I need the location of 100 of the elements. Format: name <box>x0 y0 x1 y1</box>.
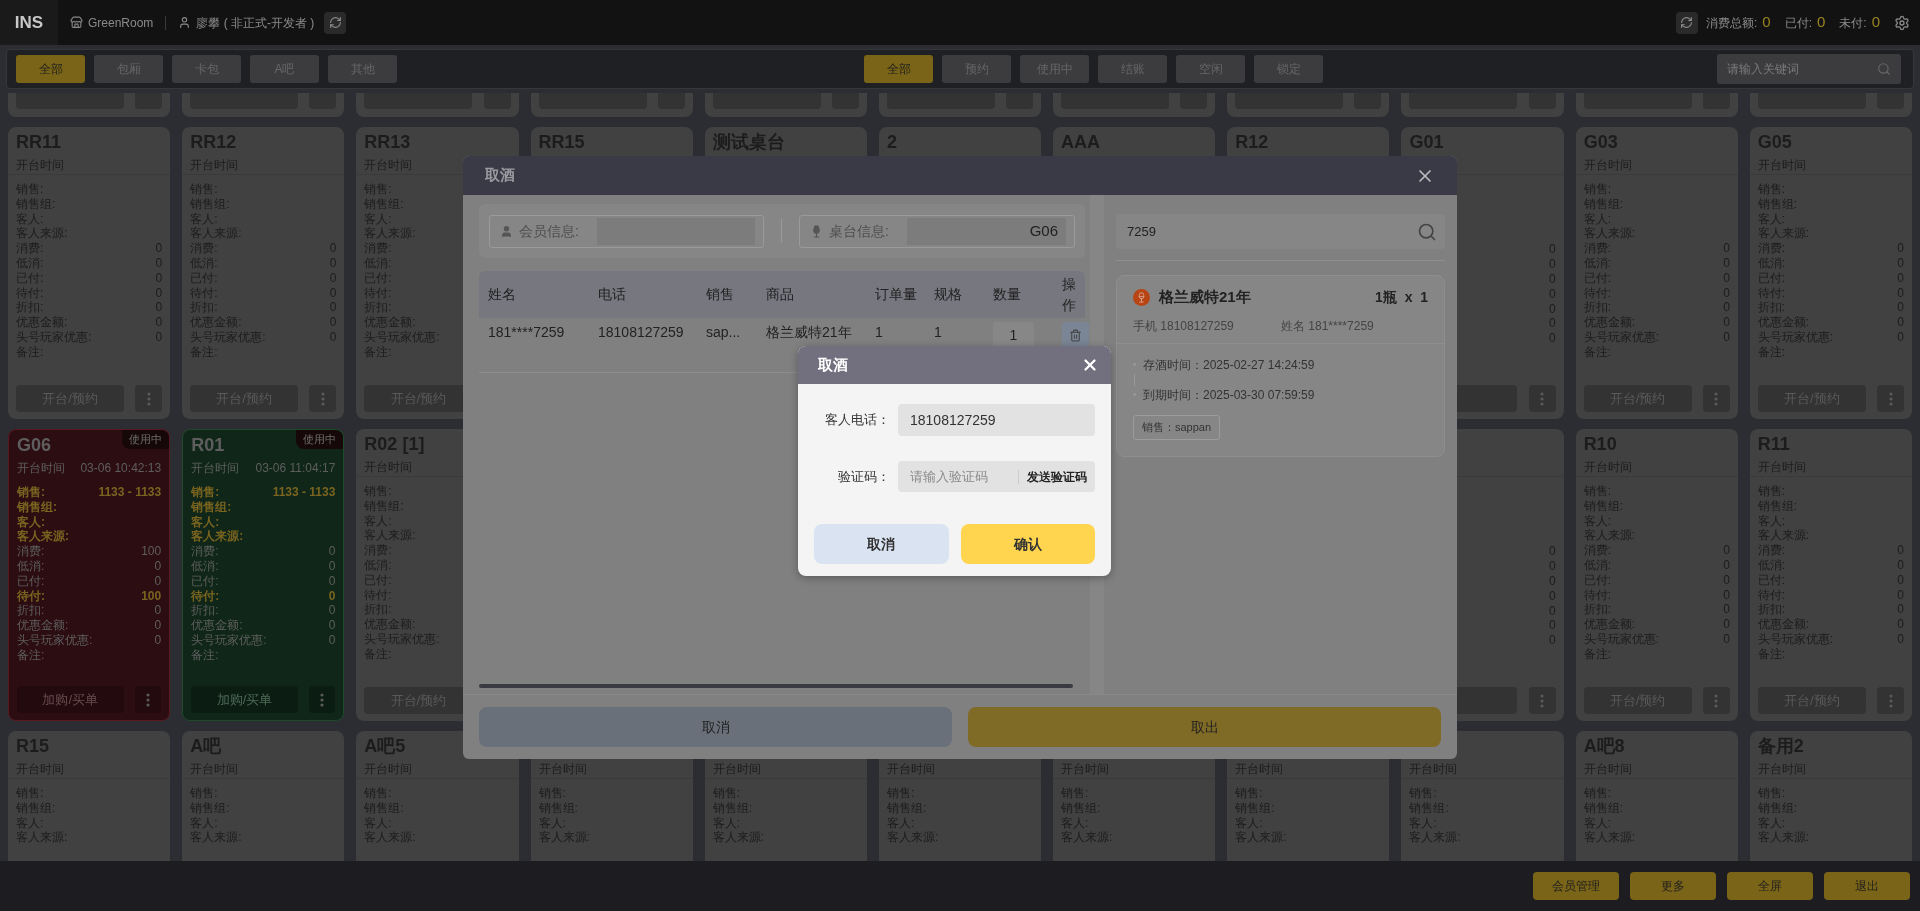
stat-label: 未付: <box>1839 14 1867 32</box>
wine-title: 格兰威特21年 <box>1159 287 1251 307</box>
confirm-button[interactable]: 确认 <box>960 524 1095 564</box>
close-icon[interactable] <box>1081 356 1099 374</box>
search-input[interactable]: 请输入关键词 <box>1727 60 1877 78</box>
cancel-button[interactable]: 取消 <box>479 707 952 747</box>
field-label: 客人: <box>17 514 45 529</box>
field-value: 0 <box>154 603 162 619</box>
status-badge: 使用中 <box>296 430 344 449</box>
field-value: 0 <box>154 559 162 574</box>
footer-button[interactable]: 全屏 <box>1727 872 1813 900</box>
table-cell-text: 1 <box>875 323 884 342</box>
field-label: 消费: <box>191 544 219 559</box>
stat-value: 0 <box>1762 12 1771 33</box>
field-label: 客人来源: <box>191 529 244 545</box>
search-icon <box>1417 221 1437 242</box>
search-field[interactable]: 7259 <box>1116 214 1445 249</box>
more-icon <box>1540 693 1545 708</box>
more-icon <box>1888 391 1893 406</box>
cancel-button[interactable]: 取消 <box>814 524 949 564</box>
dialog-title: 取酒 <box>485 165 515 186</box>
phone-label: 客人电话： <box>824 411 891 430</box>
more-button[interactable] <box>1702 687 1730 714</box>
open-time-label: 开台时间 <box>191 460 240 477</box>
field-label: 折扣: <box>191 603 219 619</box>
field-value: 0 <box>328 603 336 619</box>
settings-icon[interactable] <box>1894 14 1910 31</box>
field-label: 已付: <box>191 573 219 589</box>
more-button[interactable] <box>1528 687 1556 714</box>
refresh-button[interactable] <box>1675 11 1698 34</box>
more-button[interactable] <box>1877 385 1904 412</box>
table-card[interactable]: G06 使用中 开台时间 03-06 10:42:13 销售: 1133 - 1133 销售组: 客人: 客人来源: 消费: 100 低消: 0 已付: 0 待付: 100 折扣: 0 优惠金额: 0 头号玩家优惠: 0 备注: 加购/买单 <box>8 429 171 721</box>
more-button[interactable] <box>1528 385 1556 412</box>
footer-button[interactable]: 会员管理 <box>1533 872 1619 900</box>
filter-tab[interactable]: 全部 <box>864 55 933 83</box>
refresh-icon <box>328 16 342 29</box>
refresh-button[interactable] <box>324 11 347 34</box>
more-button[interactable] <box>134 686 162 713</box>
footer-button[interactable]: 退出 <box>1824 872 1910 900</box>
field-label: 备注: <box>17 647 45 663</box>
wine-icon <box>1133 288 1150 306</box>
field-label: 优惠金额: <box>191 618 243 633</box>
store-name: GreenRoom <box>88 14 154 32</box>
filter-tab[interactable]: 全部 <box>16 55 85 83</box>
more-button[interactable] <box>1702 385 1730 412</box>
expire-time: 到期时间：2025-03-30 07:59:59 <box>1143 386 1315 404</box>
field-label: 低消: <box>17 559 45 574</box>
field-label: 销售: <box>17 485 45 500</box>
open-table-button[interactable]: 加购/买单 <box>17 686 124 713</box>
stat-value: 0 <box>1816 12 1826 33</box>
field-value: 100 <box>141 588 162 604</box>
user-icon <box>178 16 192 29</box>
more-button[interactable] <box>309 385 337 412</box>
field-value: 1133 - 1133 <box>98 485 162 500</box>
field-value: 0 <box>328 573 336 589</box>
more-button[interactable] <box>1877 687 1904 714</box>
column-header: 数量 <box>993 285 1022 304</box>
field-label: 消费: <box>17 544 45 559</box>
more-icon <box>145 692 150 707</box>
field-label: 头号玩家优惠: <box>17 632 93 648</box>
field-value: 1133 - 1133 <box>272 485 336 500</box>
open-time: 03-06 11:04:17 <box>255 460 336 477</box>
field-value: 0 <box>328 618 336 633</box>
table-card[interactable]: R01 使用中 开台时间 03-06 11:04:17 销售: 1133 - 1133 销售组: 客人: 客人来源: 消费: 0 低消: 0 已付: 0 待付: 0 折扣: 0 优惠金额: 0 头号玩家优惠: 0 备注: 加购/买单 <box>182 429 345 721</box>
field-value: 0 <box>154 573 162 589</box>
take-out-button[interactable]: 取出 <box>968 707 1441 747</box>
footer-button[interactable]: 更多 <box>1630 872 1716 900</box>
more-icon <box>1714 693 1719 708</box>
table-cell-text: sap... <box>706 323 742 342</box>
table-name: G06 <box>17 434 52 456</box>
send-code-button[interactable]: 发送验证码 <box>1027 467 1087 486</box>
field-value: 0 <box>328 588 336 604</box>
column-header: 订单量 <box>875 285 918 304</box>
stat-label: 已付: <box>1784 14 1812 32</box>
search-value: 7259 <box>1127 222 1157 241</box>
column-header: 规格 <box>934 285 963 304</box>
field-label: 销售: <box>191 485 220 500</box>
column-header: 电话 <box>598 285 627 304</box>
store-time: 存酒时间：2025-02-27 14:24:59 <box>1143 356 1315 374</box>
field-label: 优惠金额: <box>17 618 69 633</box>
more-button[interactable] <box>135 385 163 412</box>
more-icon <box>146 391 151 406</box>
field-value: 100 <box>141 544 162 559</box>
field-label: 低消: <box>191 559 219 574</box>
code-field[interactable]: 请输入验证码 发送验证码 <box>898 461 1095 492</box>
open-time-label: 开台时间 <box>17 460 65 477</box>
more-button[interactable] <box>308 686 336 713</box>
field-value: 0 <box>154 632 162 648</box>
table-cell-text: 18108127259 <box>598 323 685 342</box>
wine-owner: 姓名 181****7259 <box>1281 317 1374 335</box>
field-value: 0 <box>328 544 336 559</box>
field-label: 折扣: <box>17 603 45 619</box>
field-label: 备注: <box>191 647 219 663</box>
search-field[interactable]: 请输入关键词 <box>1717 54 1901 84</box>
phone-field[interactable]: 18108127259 <box>898 404 1095 436</box>
open-table-button[interactable]: 加购/买单 <box>191 686 298 713</box>
field-label: 客人来源: <box>17 529 69 545</box>
more-icon <box>320 391 325 406</box>
column-header: 操作 <box>1062 274 1077 315</box>
wine-record-card[interactable]: 格兰威特21年 1瓶 x 1 手机 18108127259 姓名 181****7259 存酒时间：2025-02-27 14:24:59 到期时间：2025-03-30 07:59:59 销售：sappan <box>1116 275 1445 457</box>
